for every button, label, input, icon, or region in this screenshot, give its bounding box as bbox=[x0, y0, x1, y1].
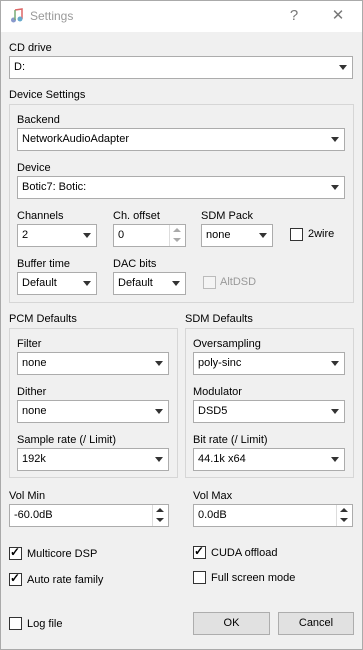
vol-min-stepper[interactable]: -60.0dB bbox=[9, 504, 169, 527]
chevron-down-icon bbox=[83, 281, 91, 286]
sdm-defaults-heading: SDM Defaults bbox=[185, 313, 253, 325]
backend-select[interactable]: NetworkAudioAdapter bbox=[17, 128, 345, 151]
sdm-pack-select[interactable]: none bbox=[201, 224, 273, 247]
altdsd-checkbox[interactable] bbox=[203, 276, 216, 289]
window-title: Settings bbox=[30, 9, 74, 23]
oversampling-label: Oversampling bbox=[193, 338, 261, 350]
modulator-select[interactable]: DSD5 bbox=[193, 400, 345, 423]
two-wire-checkbox[interactable] bbox=[290, 228, 303, 241]
arrow-down-icon bbox=[156, 518, 164, 522]
filter-select[interactable]: none bbox=[17, 352, 169, 375]
chevron-down-icon bbox=[155, 409, 163, 414]
dither-label: Dither bbox=[17, 386, 47, 398]
chevron-down-icon bbox=[331, 409, 339, 414]
chevron-down-icon bbox=[339, 65, 347, 70]
help-button[interactable]: ? bbox=[279, 3, 309, 29]
ch-offset-stepper[interactable]: 0 bbox=[113, 224, 186, 247]
checkmark-icon: ✓ bbox=[194, 544, 205, 558]
chevron-down-icon bbox=[259, 233, 267, 238]
channels-value: 2 bbox=[22, 229, 29, 241]
dac-bits-label: DAC bits bbox=[113, 258, 157, 270]
sample-rate-value: 192k bbox=[22, 453, 46, 465]
buffer-time-value: Default bbox=[22, 277, 57, 289]
pcm-defaults-heading: PCM Defaults bbox=[9, 313, 77, 325]
cancel-button[interactable]: Cancel bbox=[278, 612, 354, 635]
stepper-buttons[interactable] bbox=[152, 505, 168, 526]
cd-drive-value: D: bbox=[14, 61, 25, 73]
channels-select[interactable]: 2 bbox=[17, 224, 97, 247]
sample-rate-label: Sample rate (/ Limit) bbox=[17, 434, 117, 446]
device-value: Botic7: Botic: bbox=[22, 181, 87, 193]
multicore-dsp-label: Multicore DSP bbox=[27, 548, 98, 560]
bit-rate-label: Bit rate (/ Limit) bbox=[193, 434, 268, 446]
bit-rate-value: 44.1k x64 bbox=[198, 453, 246, 465]
filter-label: Filter bbox=[17, 338, 42, 350]
bit-rate-select[interactable]: 44.1k x64 bbox=[193, 448, 345, 471]
chevron-down-icon bbox=[155, 361, 163, 366]
dac-bits-select[interactable]: Default bbox=[113, 272, 186, 295]
log-file-label: Log file bbox=[27, 618, 63, 630]
backend-value: NetworkAudioAdapter bbox=[22, 133, 130, 145]
two-wire-label: 2wire bbox=[308, 228, 335, 240]
vol-max-label: Vol Max bbox=[193, 490, 233, 502]
auto-rate-family-checkbox[interactable]: ✓ bbox=[9, 571, 22, 586]
vol-min-value: -60.0dB bbox=[14, 509, 53, 521]
arrow-up-icon bbox=[173, 228, 181, 232]
cd-drive-label: CD drive bbox=[9, 42, 52, 54]
backend-label: Backend bbox=[17, 114, 60, 126]
checkmark-icon: ✓ bbox=[10, 545, 21, 559]
ok-button[interactable]: OK bbox=[193, 612, 270, 635]
vol-max-value: 0.0dB bbox=[198, 509, 227, 521]
cuda-offload-checkbox[interactable]: ✓ bbox=[193, 544, 206, 559]
modulator-value: DSD5 bbox=[198, 405, 228, 417]
log-file-checkbox[interactable] bbox=[9, 617, 22, 630]
auto-rate-family-label: Auto rate family bbox=[27, 574, 104, 586]
cuda-offload-label: CUDA offload bbox=[211, 547, 278, 559]
arrow-up-icon bbox=[156, 508, 164, 512]
dither-value: none bbox=[22, 405, 47, 417]
vol-min-label: Vol Min bbox=[9, 490, 46, 502]
device-settings-heading: Device Settings bbox=[9, 89, 86, 101]
buffer-time-select[interactable]: Default bbox=[17, 272, 97, 295]
sdm-pack-label: SDM Pack bbox=[201, 210, 253, 222]
vol-max-stepper[interactable]: 0.0dB bbox=[193, 504, 353, 527]
ch-offset-value: 0 bbox=[118, 229, 125, 241]
ch-offset-label: Ch. offset bbox=[113, 210, 160, 222]
modulator-label: Modulator bbox=[193, 386, 242, 398]
channels-label: Channels bbox=[17, 210, 64, 222]
device-select[interactable]: Botic7: Botic: bbox=[17, 176, 345, 199]
oversampling-select[interactable]: poly-sinc bbox=[193, 352, 345, 375]
buffer-time-label: Buffer time bbox=[17, 258, 70, 270]
chevron-down-icon bbox=[155, 457, 163, 462]
arrow-down-icon bbox=[340, 518, 348, 522]
oversampling-value: poly-sinc bbox=[198, 357, 242, 369]
cd-drive-select[interactable]: D: bbox=[9, 56, 353, 79]
chevron-down-icon bbox=[331, 185, 339, 190]
stepper-buttons[interactable] bbox=[336, 505, 352, 526]
dac-bits-value: Default bbox=[118, 277, 153, 289]
dither-select[interactable]: none bbox=[17, 400, 169, 423]
full-screen-mode-checkbox[interactable] bbox=[193, 571, 206, 584]
stepper-buttons[interactable] bbox=[169, 225, 185, 246]
sdm-pack-value: none bbox=[206, 229, 231, 241]
chevron-down-icon bbox=[83, 233, 91, 238]
filter-value: none bbox=[22, 357, 47, 369]
music-note-icon bbox=[11, 8, 23, 23]
arrow-up-icon bbox=[340, 508, 348, 512]
chevron-down-icon bbox=[331, 137, 339, 142]
multicore-dsp-checkbox[interactable]: ✓ bbox=[9, 545, 22, 560]
arrow-down-icon bbox=[173, 238, 181, 242]
chevron-down-icon bbox=[331, 361, 339, 366]
close-button[interactable]: ✕ bbox=[323, 3, 353, 29]
device-label: Device bbox=[17, 162, 51, 174]
chevron-down-icon bbox=[172, 281, 180, 286]
chevron-down-icon bbox=[331, 457, 339, 462]
altdsd-label: AltDSD bbox=[220, 276, 257, 288]
sample-rate-select[interactable]: 192k bbox=[17, 448, 169, 471]
full-screen-mode-label: Full screen mode bbox=[211, 572, 296, 584]
checkmark-icon: ✓ bbox=[10, 571, 21, 585]
